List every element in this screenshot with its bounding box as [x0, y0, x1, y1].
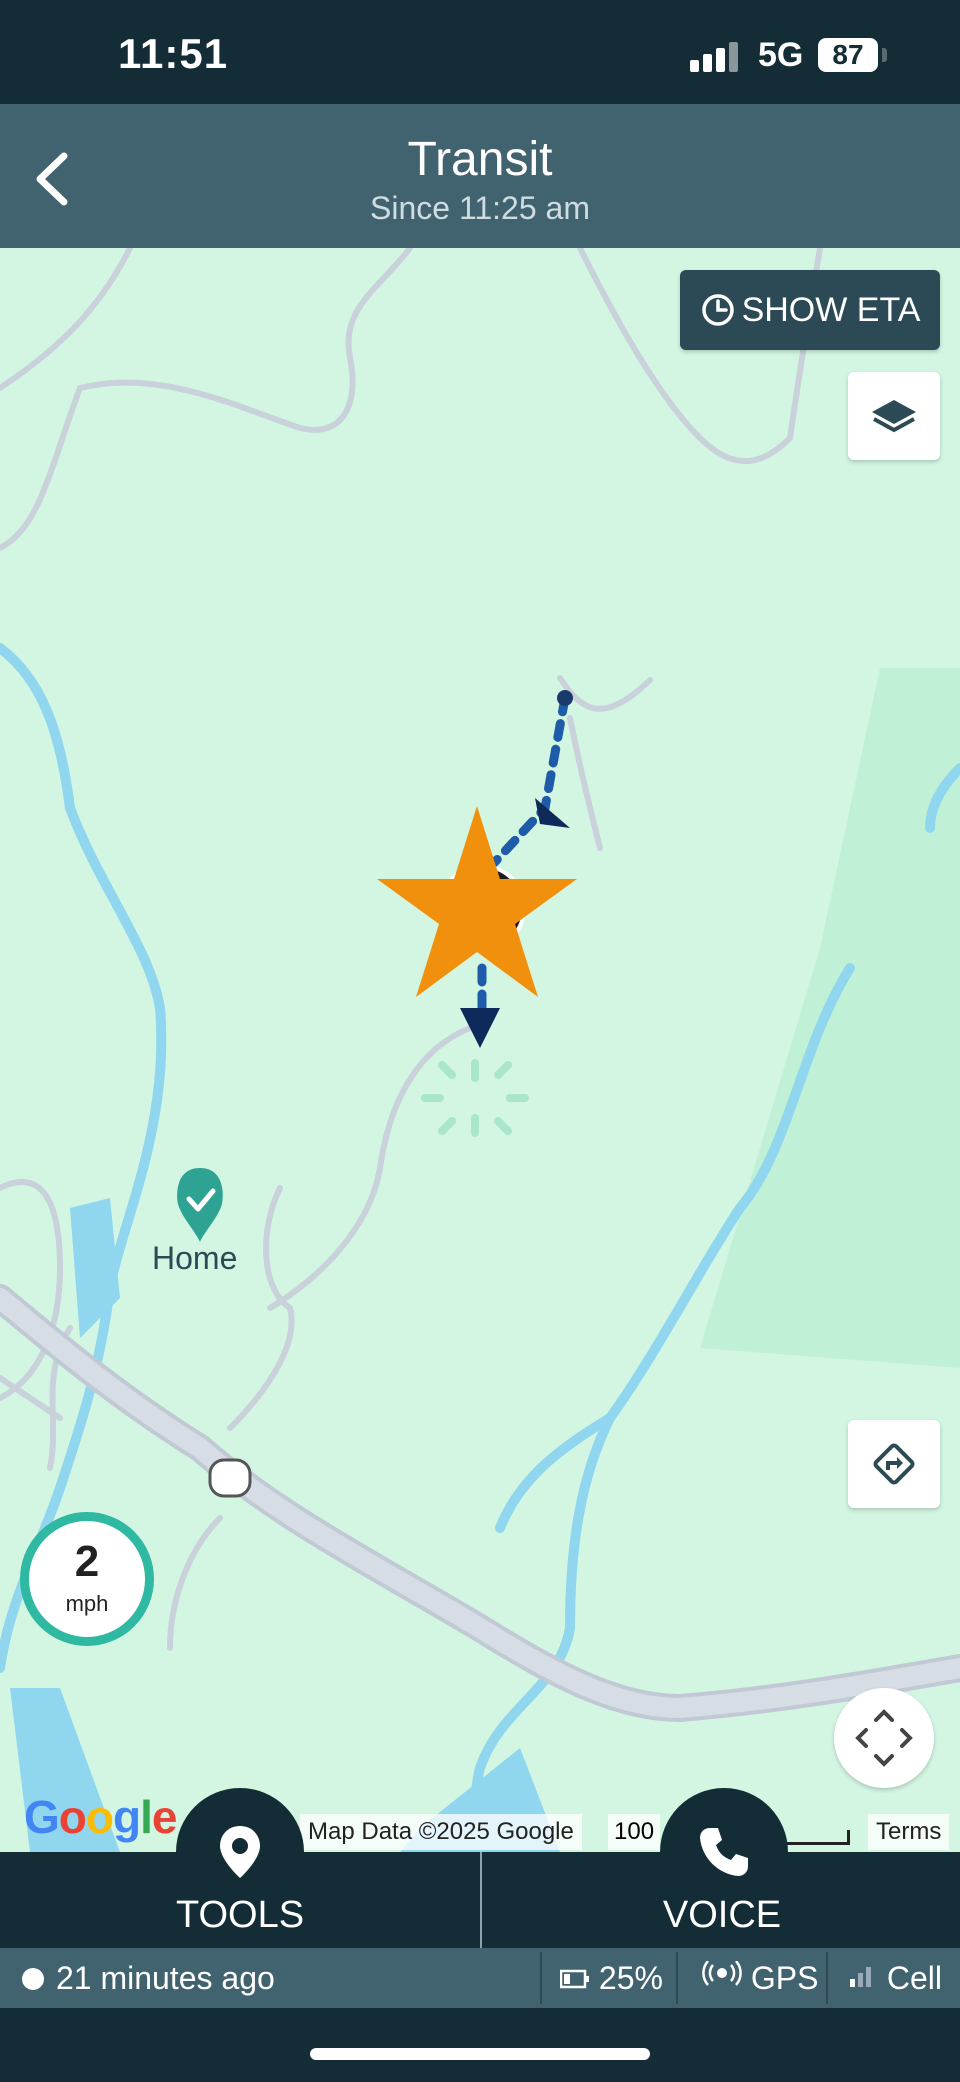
last-update: 21 minutes ago	[56, 1960, 275, 1996]
separator	[676, 1952, 678, 2004]
tab-divider	[480, 1852, 482, 1948]
voice-label[interactable]: VOICE	[572, 1894, 872, 1937]
scale-label: 100	[608, 1814, 661, 1850]
google-logo: Google	[24, 1791, 177, 1843]
directions-button[interactable]	[848, 1420, 940, 1508]
info-bar: 21 minutes ago 25% GPS Cell	[0, 1948, 960, 2008]
battery-icon	[559, 1969, 589, 1989]
speed-unit: mph	[65, 1591, 109, 1616]
pond	[70, 1198, 120, 1338]
home-pin-icon[interactable]	[177, 1168, 223, 1242]
speed-indicator: 2 mph	[20, 1512, 154, 1646]
separator	[540, 1952, 542, 2004]
tools-label[interactable]: TOOLS	[90, 1894, 390, 1937]
battery-level: 87	[818, 38, 878, 72]
network-type: 5G	[758, 36, 804, 74]
terms-link[interactable]: Terms	[868, 1814, 950, 1850]
battery-tip	[882, 48, 887, 62]
cell-status: Cell	[848, 1960, 942, 1997]
map-attribution: Map Data ©2025 Google	[300, 1814, 582, 1850]
gps-label: GPS	[750, 1960, 819, 1996]
highway-shield	[208, 1458, 252, 1498]
recenter-button[interactable]	[834, 1688, 934, 1788]
home-label[interactable]: Home	[152, 1240, 237, 1277]
device-battery-value: 25%	[598, 1960, 663, 1996]
forest-area	[700, 668, 960, 1368]
gps-icon	[702, 1960, 742, 1986]
minor-roads	[0, 248, 823, 1651]
home-indicator[interactable]	[310, 2048, 650, 2060]
route-start-point	[557, 690, 573, 706]
layers-button[interactable]	[848, 372, 940, 460]
recenter-icon	[855, 1709, 913, 1767]
home-bar-area	[0, 2008, 960, 2082]
pin-icon	[220, 1826, 260, 1878]
star-icon[interactable]	[377, 806, 577, 997]
highway	[0, 1284, 960, 1723]
directions-icon	[873, 1443, 915, 1485]
layers-icon	[872, 400, 916, 433]
status-bar: 11:51 5G 87	[0, 0, 960, 104]
clock-icon	[701, 294, 734, 326]
route-line	[475, 693, 570, 883]
status-time: 11:51	[118, 30, 229, 77]
show-eta-label: SHOW ETA	[741, 290, 921, 329]
phone-icon	[700, 1828, 748, 1876]
cell-label: Cell	[886, 1960, 943, 1996]
separator	[826, 1952, 828, 2004]
status-dot	[22, 1968, 44, 1990]
loading-spinner	[421, 1059, 529, 1137]
device-battery: 25%	[559, 1960, 663, 1997]
cell-signal-icon	[850, 1967, 871, 1987]
header: Transit Since 11:25 am	[0, 104, 960, 248]
scale-bar	[780, 1830, 850, 1845]
speed-value: 2	[74, 1537, 100, 1586]
gps-status: GPS	[702, 1960, 818, 1997]
signal-icon	[690, 42, 742, 72]
route-arrow	[535, 798, 570, 828]
page-subtitle: Since 11:25 am	[370, 190, 590, 226]
show-eta-button[interactable]: SHOW ETA	[680, 270, 940, 350]
page-title: Transit	[407, 133, 553, 186]
